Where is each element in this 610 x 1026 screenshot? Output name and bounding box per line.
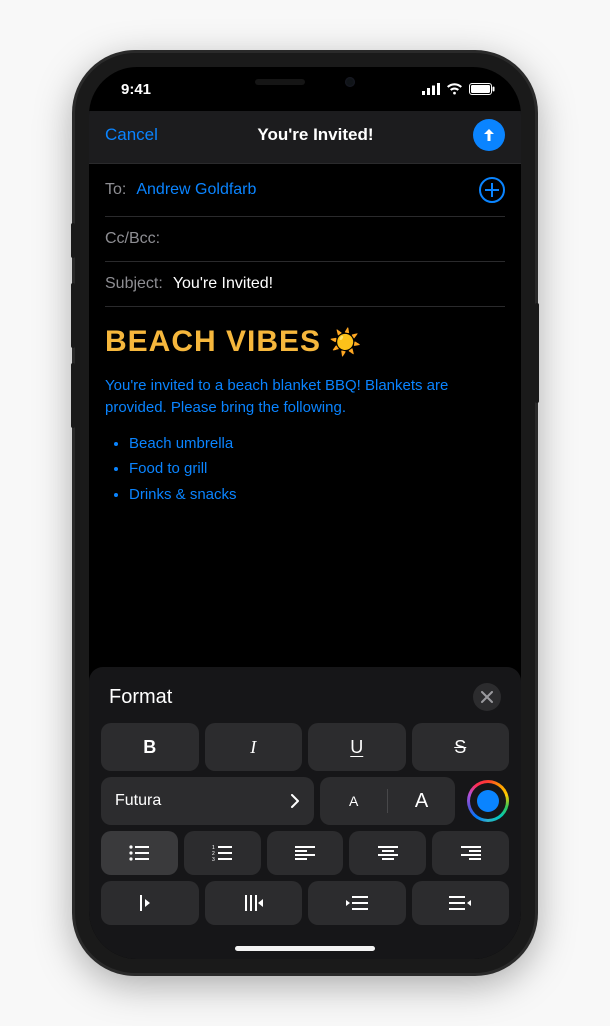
arrow-up-icon [481,127,497,143]
font-size-stepper: A A [320,777,455,825]
color-swatch [477,790,499,812]
ccbcc-field-row[interactable]: Cc/Bcc: [105,217,505,262]
decrease-quote-icon [346,896,368,910]
sun-emoji: ☀️ [329,327,362,358]
bold-button[interactable]: B [101,723,199,771]
format-title: Format [109,686,172,709]
body-list[interactable]: Beach umbrella Food to grill Drinks & sn… [105,431,505,508]
ccbcc-label: Cc/Bcc: [105,230,160,248]
plus-icon [485,183,499,197]
italic-button[interactable]: I [205,723,303,771]
decrease-quote-button[interactable] [308,881,406,925]
speaker-grille [255,79,305,85]
numbered-list-icon: 123 [212,845,232,861]
to-field-row[interactable]: To: Andrew Goldfarb [105,164,505,217]
close-icon [481,691,493,703]
send-button[interactable] [473,119,505,151]
to-recipient[interactable]: Andrew Goldfarb [136,181,479,199]
front-camera [345,77,355,87]
format-close-button[interactable] [473,683,501,711]
add-recipient-button[interactable] [479,177,505,203]
chevron-right-icon [290,794,300,808]
font-name: Futura [115,792,161,810]
svg-text:3: 3 [212,857,215,861]
strikethrough-button[interactable]: S [412,723,510,771]
screen: 9:41 Cancel You're Invited! [89,67,521,959]
underline-button[interactable]: U [308,723,406,771]
nav-title: You're Invited! [257,125,373,145]
body-headline[interactable]: BEACH VIBES ☀️ [105,325,505,359]
battery-icon [469,83,495,95]
font-picker-button[interactable]: Futura [101,777,314,825]
subject-field-row[interactable]: Subject: You're Invited! [105,262,505,307]
align-center-icon [378,846,398,860]
format-panel: Format B I U S Futura [89,667,521,959]
message-body[interactable]: BEACH VIBES ☀️ You're invited to a beach… [89,307,521,515]
volume-up-button [71,283,75,348]
align-right-icon [461,846,481,860]
increase-size-button[interactable]: A [388,777,455,825]
bullet-list-icon [129,845,149,861]
header-fields: To: Andrew Goldfarb Cc/Bcc: Subject: You… [89,164,521,307]
align-center-button[interactable] [349,831,426,875]
home-indicator[interactable] [235,946,375,951]
indent-icon [243,895,263,911]
list-item[interactable]: Beach umbrella [129,431,505,457]
body-intro[interactable]: You're invited to a beach blanket BBQ! B… [105,375,505,419]
subject-value[interactable]: You're Invited! [173,275,273,293]
volume-down-button [71,363,75,428]
subject-label: Subject: [105,275,163,293]
increase-quote-icon [449,896,471,910]
align-left-icon [295,846,315,860]
status-time: 9:41 [121,81,151,98]
notch [200,67,410,97]
outdent-icon [140,895,160,911]
wifi-icon [446,83,463,95]
to-label: To: [105,181,126,199]
cancel-button[interactable]: Cancel [105,125,158,145]
align-left-button[interactable] [267,831,344,875]
indent-button[interactable] [205,881,303,925]
cellular-icon [422,83,440,95]
outdent-button[interactable] [101,881,199,925]
headline-text: BEACH VIBES [105,325,321,359]
mute-switch [71,223,75,258]
compose-nav-bar: Cancel You're Invited! [89,111,521,164]
device-frame: 9:41 Cancel You're Invited! [75,53,535,973]
list-item[interactable]: Food to grill [129,456,505,482]
text-color-button[interactable] [467,780,509,822]
numbered-list-button[interactable]: 123 [184,831,261,875]
bullet-list-button[interactable] [101,831,178,875]
align-right-button[interactable] [432,831,509,875]
list-item[interactable]: Drinks & snacks [129,482,505,508]
increase-quote-button[interactable] [412,881,510,925]
power-button [535,303,539,403]
decrease-size-button[interactable]: A [320,777,387,825]
